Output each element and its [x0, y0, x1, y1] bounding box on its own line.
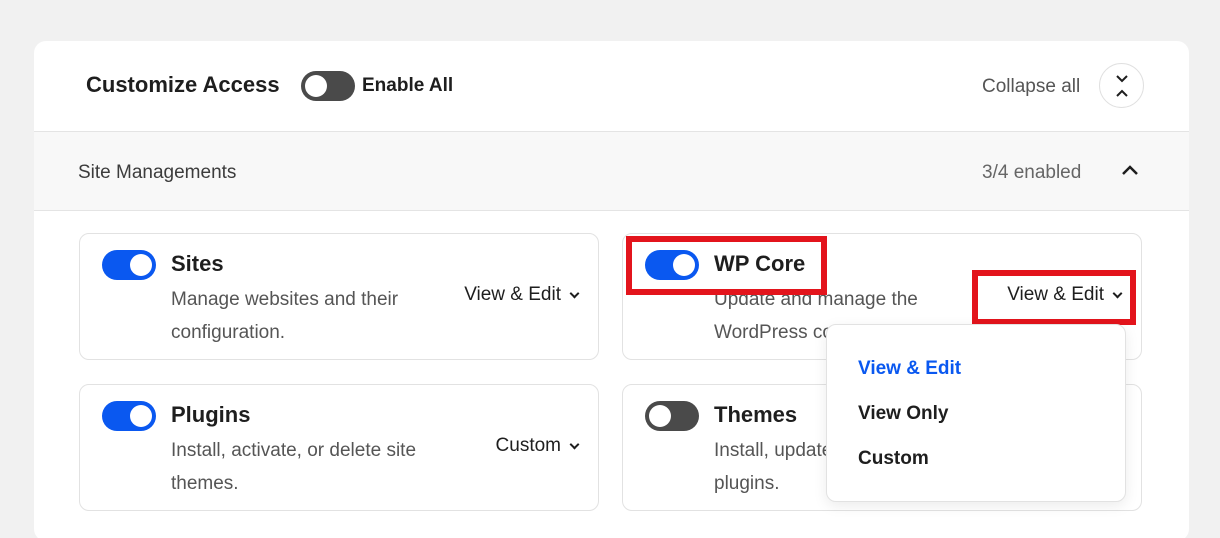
- card-title: Themes: [714, 402, 798, 427]
- dropdown-option-view-edit[interactable]: View & Edit: [858, 358, 961, 380]
- plugins-toggle[interactable]: [102, 401, 156, 431]
- wp-core-toggle[interactable]: [645, 250, 699, 280]
- card-title: WP Core: [714, 251, 806, 276]
- card-description: Manage websites and their configuration.: [171, 289, 399, 343]
- dropdown-option-custom[interactable]: Custom: [858, 448, 929, 470]
- section-header[interactable]: Site Managements 3/4 enabled: [34, 132, 1189, 211]
- chevron-down-icon: [569, 288, 580, 298]
- sites-toggle[interactable]: [102, 250, 156, 280]
- permission-value: View & Edit: [1007, 284, 1104, 305]
- collapse-chevrons-icon: [1115, 74, 1128, 97]
- card-description: Install, activate, or delete site themes…: [171, 440, 417, 494]
- chevron-up-icon[interactable]: [1119, 159, 1141, 181]
- toggle-knob: [305, 75, 327, 97]
- permission-value: View & Edit: [464, 284, 561, 305]
- permission-select[interactable]: Custom: [495, 435, 580, 457]
- enable-all-label: Enable All: [362, 75, 454, 96]
- permission-dropdown-menu: View & Edit View Only Custom: [826, 324, 1126, 502]
- toggle-knob: [130, 254, 152, 276]
- permission-card-sites: Sites Manage websites and their configur…: [79, 233, 599, 360]
- toggle-knob: [649, 405, 671, 427]
- permission-select[interactable]: View & Edit: [1007, 284, 1123, 306]
- toggle-knob: [673, 254, 695, 276]
- collapse-all-link[interactable]: Collapse all: [982, 76, 1080, 98]
- card-title: Plugins: [171, 402, 251, 427]
- card-title: Sites: [171, 251, 224, 276]
- toggle-knob: [130, 405, 152, 427]
- collapse-all-button[interactable]: [1099, 63, 1144, 108]
- enable-all-toggle[interactable]: [301, 71, 355, 101]
- themes-toggle[interactable]: [645, 401, 699, 431]
- panel-header: Customize Access Enable All Collapse all: [34, 41, 1189, 132]
- dropdown-option-view-only[interactable]: View Only: [858, 403, 948, 425]
- chevron-down-icon: [1112, 288, 1123, 298]
- permission-value: Custom: [495, 435, 561, 456]
- section-enabled-count: 3/4 enabled: [982, 162, 1082, 183]
- chevron-down-icon: [569, 439, 580, 449]
- section-title: Site Managements: [78, 162, 237, 183]
- page-title: Customize Access: [86, 72, 280, 97]
- permission-card-plugins: Plugins Install, activate, or delete sit…: [79, 384, 599, 511]
- permission-select[interactable]: View & Edit: [464, 284, 580, 306]
